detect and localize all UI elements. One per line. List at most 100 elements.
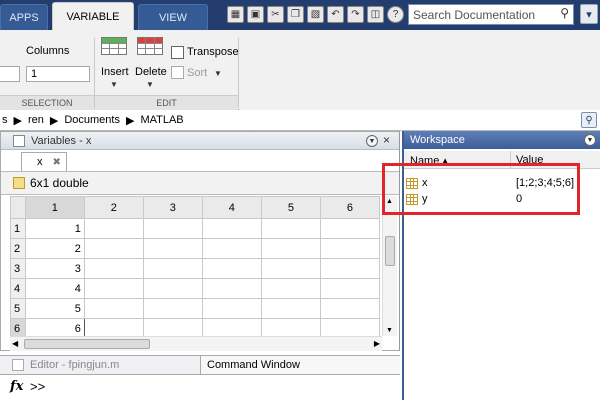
scroll-left-icon[interactable]: ◀ [12, 339, 18, 348]
switch-windows-icon[interactable]: ◫ [367, 6, 384, 23]
row-header[interactable]: 5 [10, 298, 26, 319]
column-header[interactable]: 2 [83, 196, 144, 219]
column-header[interactable]: 1 [24, 196, 85, 219]
cut-icon[interactable]: ✂ [267, 6, 284, 23]
grid-cell[interactable] [201, 238, 262, 259]
grid-cell[interactable] [260, 258, 321, 279]
breadcrumb-part[interactable]: ren [28, 114, 44, 126]
grid-cell[interactable] [83, 238, 144, 259]
grid-cell[interactable] [319, 238, 381, 259]
variables-panel-title: Variables - x ▼ × [1, 132, 399, 150]
scroll-up-icon[interactable]: ▲ [386, 198, 393, 205]
grid-cell[interactable] [260, 298, 321, 319]
column-header[interactable]: 5 [260, 196, 321, 219]
search-documentation-input[interactable]: Search Documentation ⚲ [408, 4, 574, 25]
copy-icon[interactable]: ❐ [287, 6, 304, 23]
grid-cell[interactable] [83, 258, 144, 279]
row-header[interactable]: 1 [10, 218, 26, 239]
grid-cell[interactable] [319, 298, 381, 319]
horizontal-scrollbar[interactable]: ◀ ▶ [10, 336, 382, 351]
column-header[interactable]: 6 [319, 196, 381, 219]
grid-cell[interactable]: 1 [24, 218, 85, 239]
grid-cell[interactable] [142, 298, 203, 319]
grid-cell[interactable]: 2 [24, 238, 85, 259]
corner-cell [10, 196, 26, 219]
tab-command-window[interactable]: Command Window [200, 356, 400, 374]
grid-cell[interactable] [319, 258, 381, 279]
workspace-variable-row[interactable]: y 0 [404, 192, 600, 208]
horizontal-scroll-thumb[interactable] [24, 339, 150, 349]
delete-button[interactable]: Delete [135, 66, 167, 78]
breadcrumb-part[interactable]: MATLAB [140, 114, 183, 126]
column-header[interactable]: 3 [142, 196, 203, 219]
grid-cell[interactable] [260, 218, 321, 239]
grid-cell[interactable] [142, 238, 203, 259]
redo-icon[interactable]: ↷ [347, 6, 364, 23]
filter-icon[interactable]: ▾ [580, 4, 598, 24]
grid-cell[interactable] [319, 278, 381, 299]
command-window[interactable]: fx >> [0, 375, 400, 400]
breadcrumb-part[interactable]: s [2, 114, 8, 126]
fx-icon[interactable]: fx [10, 379, 23, 394]
column-name-header[interactable]: Name ▴ [410, 154, 448, 167]
close-icon[interactable]: × [383, 133, 390, 147]
table-row: 4 4 [10, 278, 381, 299]
grid-cell[interactable] [319, 218, 381, 239]
column-value-header[interactable]: Value [516, 154, 543, 166]
selection-rows-field[interactable] [0, 66, 20, 82]
undo-icon[interactable]: ↶ [327, 6, 344, 23]
grid-cell[interactable]: 5 [24, 298, 85, 319]
grid-cell[interactable]: 4 [24, 278, 85, 299]
save-icon[interactable]: ▣ [247, 6, 264, 23]
address-search-icon[interactable]: ⚲ [581, 112, 597, 128]
help-icon[interactable]: ? [387, 6, 404, 23]
editor-icon [12, 359, 24, 371]
variable-name: y [422, 193, 428, 205]
grid-cell[interactable] [142, 218, 203, 239]
row-header[interactable]: 2 [10, 238, 26, 259]
grid-cell[interactable] [201, 298, 262, 319]
paste-icon[interactable]: ▧ [307, 6, 324, 23]
breadcrumb-part[interactable]: Documents [64, 114, 120, 126]
vertical-scroll-thumb[interactable] [385, 236, 395, 266]
transpose-button[interactable]: Transpose [187, 46, 239, 58]
search-icon[interactable]: ⚲ [560, 6, 569, 20]
tab-view[interactable]: VIEW [138, 4, 208, 30]
grid-cell[interactable] [142, 258, 203, 279]
tab-apps[interactable]: APPS [0, 4, 48, 30]
workspace-title: Workspace [410, 134, 465, 146]
vertical-scrollbar[interactable]: ▲ ▼ [382, 196, 397, 336]
delete-icon[interactable] [137, 37, 163, 55]
insert-button[interactable]: Insert [101, 66, 129, 78]
scroll-right-icon[interactable]: ▶ [374, 339, 380, 348]
grid-cell[interactable]: 3 [24, 258, 85, 279]
grid-cell[interactable] [142, 278, 203, 299]
grid-cell[interactable] [260, 238, 321, 259]
grid-cell[interactable] [201, 218, 262, 239]
panel-actions-icon[interactable]: ▼ [366, 135, 378, 147]
workspace-variable-row[interactable]: x [1;2;3;4;5;6] [404, 176, 600, 192]
grid-cell[interactable] [83, 298, 144, 319]
grid-cell[interactable] [201, 258, 262, 279]
tab-editor[interactable]: Editor - fpingjun.m [30, 359, 119, 371]
grid-cell[interactable] [201, 278, 262, 299]
grid-cell[interactable] [83, 218, 144, 239]
scroll-down-icon[interactable]: ▼ [386, 327, 393, 334]
address-bar[interactable]: s ▶ ren ▶ Documents ▶ MATLAB ⚲ [0, 110, 600, 131]
tab-variable[interactable]: VARIABLE [52, 2, 134, 30]
insert-icon[interactable] [101, 37, 127, 55]
grid-cell[interactable] [260, 278, 321, 299]
tab-x[interactable]: x ✖ [21, 152, 67, 171]
transpose-icon[interactable] [171, 46, 184, 59]
variables-title: Variables - x [31, 134, 92, 147]
workspace-actions-icon[interactable]: ▼ [584, 134, 596, 146]
row-header[interactable]: 3 [10, 258, 26, 279]
grid-cell[interactable] [83, 278, 144, 299]
columns-field[interactable]: 1 [26, 66, 90, 82]
new-icon[interactable]: ▦ [227, 6, 244, 23]
delete-dropdown-icon[interactable]: ▼ [146, 80, 154, 89]
column-header[interactable]: 4 [201, 196, 262, 219]
tab-close-icon[interactable]: ✖ [53, 157, 61, 168]
row-header[interactable]: 4 [10, 278, 26, 299]
insert-dropdown-icon[interactable]: ▼ [110, 80, 118, 89]
